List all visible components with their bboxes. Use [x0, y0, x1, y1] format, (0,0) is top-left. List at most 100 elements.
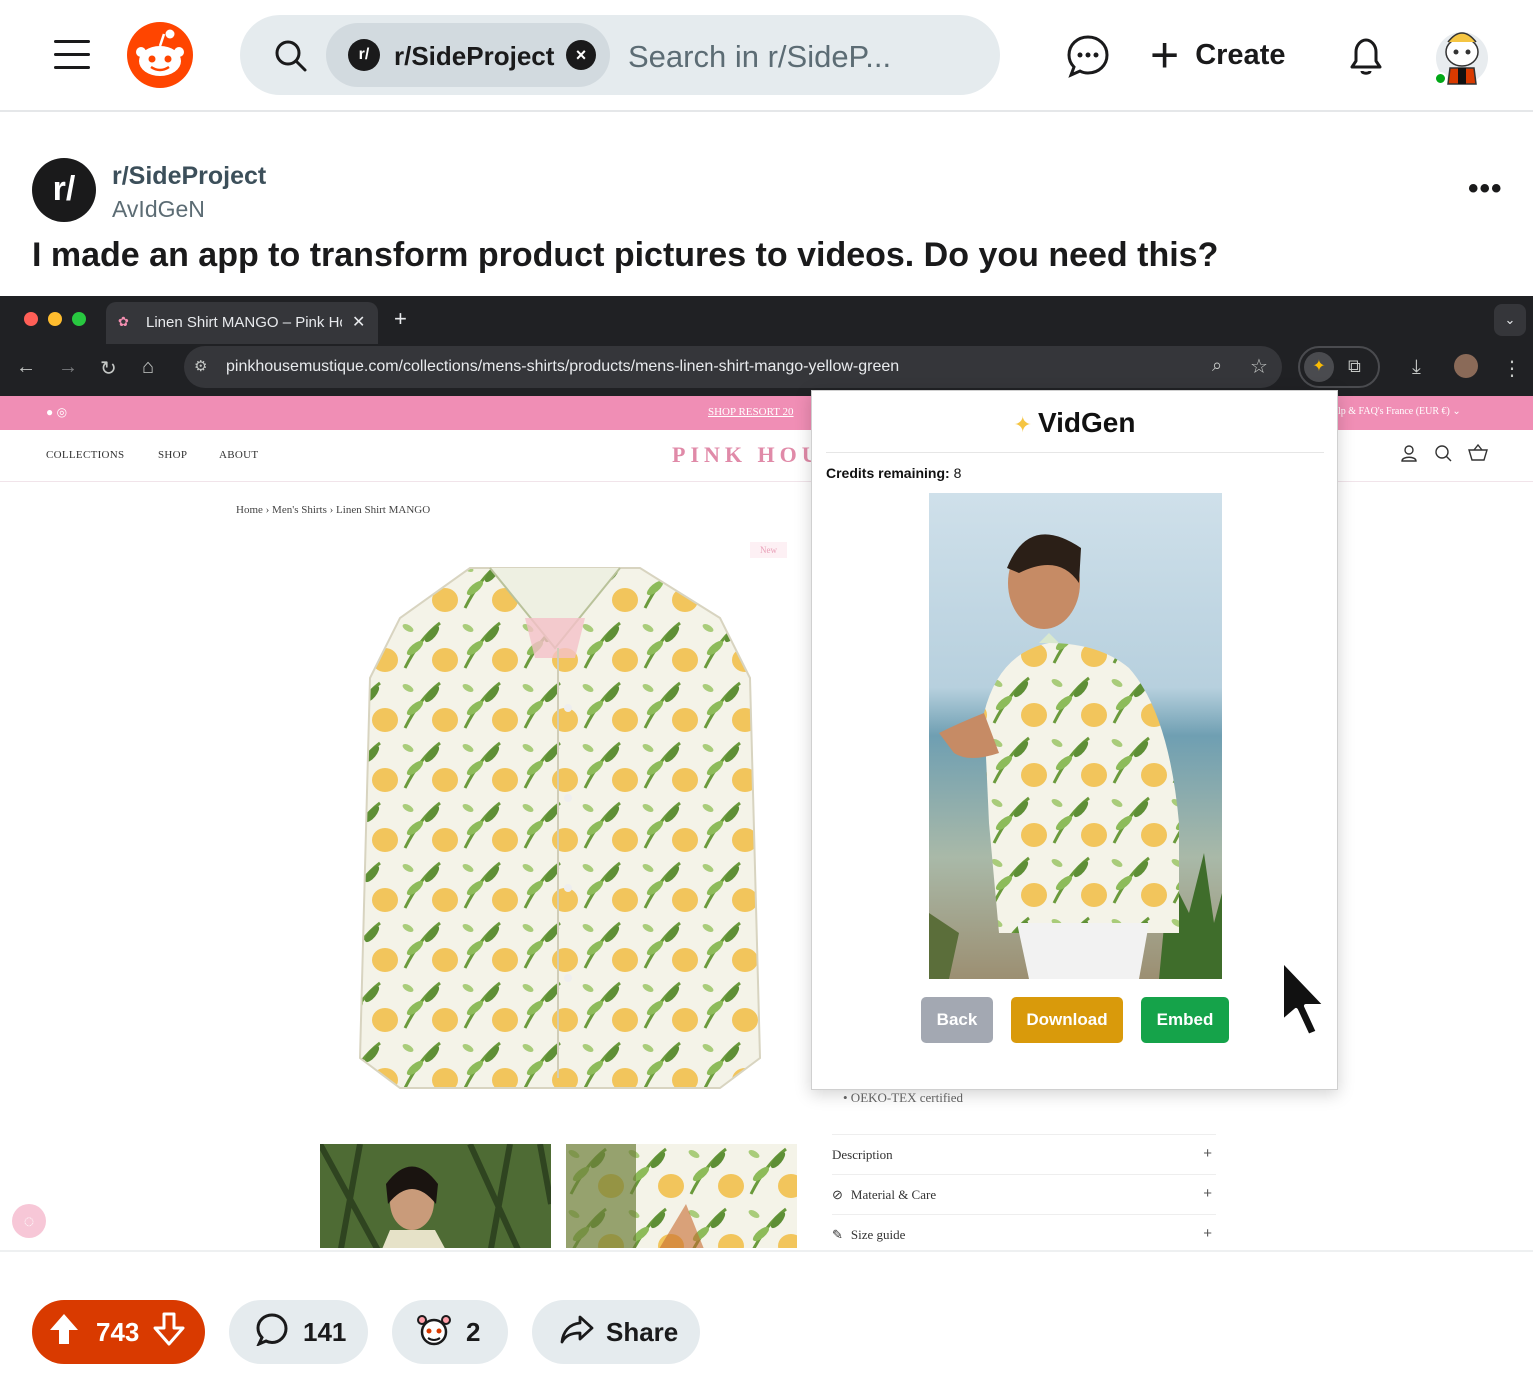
new-tab-icon: + [394, 306, 407, 331]
menu-icon[interactable] [54, 40, 90, 70]
sparkle-icon: ✦ [1304, 352, 1334, 382]
downvote-icon[interactable] [153, 1312, 185, 1353]
accordion-label-text: Material & Care [850, 1187, 937, 1202]
forward-arrow-icon: → [58, 356, 78, 378]
reload-icon: ↻ [100, 358, 117, 380]
comment-icon [255, 1312, 289, 1353]
chat-icon[interactable] [1066, 34, 1110, 83]
site-logo: PINK HOU [672, 442, 823, 467]
share-label: Share [606, 1316, 679, 1347]
award-icon [416, 1312, 452, 1353]
vidgen-extension-popup: ✦ VidGen Credits remaining: 8 Back Downlo… [811, 390, 1338, 1090]
site-favicon-icon: ✿ [118, 314, 129, 329]
account-icon [1400, 444, 1418, 467]
search-bar[interactable]: r/ r/SideProject × Search in r/SideP... [240, 15, 1000, 95]
author-link[interactable]: AvIdGeN [112, 196, 205, 223]
vote-count: 743 [96, 1316, 140, 1347]
reddit-logo[interactable] [127, 22, 193, 88]
award-button[interactable]: 2 [392, 1300, 508, 1364]
subreddit-avatar[interactable]: r/ [32, 158, 96, 222]
reddit-header: r/ r/SideProject × Search in r/SideP... … [0, 0, 1533, 112]
notification-bell-icon[interactable] [1344, 34, 1388, 83]
back-button[interactable]: Back [921, 997, 993, 1043]
browser-tab: ✿ Linen Shirt MANGO – Pink Ho ✕ [106, 302, 378, 344]
promo-right-links: lp & FAQ's France (EUR €) ⌄ [1338, 406, 1461, 417]
profile-avatar [1454, 354, 1478, 378]
thumbnail-fabric-detail [566, 1144, 797, 1248]
comments-button[interactable]: 141 [229, 1300, 368, 1364]
subreddit-link[interactable]: r/SideProject [112, 162, 266, 191]
credits-remaining: Credits remaining: 8 [826, 465, 961, 481]
promo-text: SHOP RESORT 20 [708, 406, 794, 418]
maximize-window-dot [72, 312, 86, 326]
minimize-window-dot [48, 312, 62, 326]
search-input[interactable]: Search in r/SideP... [628, 39, 891, 75]
thumbnail-model-photo [320, 1144, 551, 1248]
accordion-label: ✎ Size guide [832, 1227, 905, 1243]
embed-button[interactable]: Embed [1141, 997, 1229, 1043]
site-chat-widget-icon: ◌ [12, 1204, 46, 1238]
kebab-menu-icon: ⋮ [1502, 358, 1522, 380]
accordion-label: Description [832, 1147, 893, 1162]
accordion-size-guide: ✎ Size guide + [832, 1214, 1216, 1248]
leaf-icon: ⊘ [832, 1187, 843, 1202]
vote-control: 743 [32, 1300, 205, 1364]
pencil-icon: ✎ [832, 1227, 843, 1242]
tab-title: Linen Shirt MANGO – Pink Ho [146, 314, 342, 331]
comment-count: 141 [303, 1316, 347, 1347]
credits-label: Credits remaining: [826, 465, 950, 481]
back-arrow-icon: ← [16, 356, 36, 378]
product-image-shirt [340, 558, 780, 1098]
site-settings-icon: ⚙ [194, 358, 208, 375]
url-text: pinkhousemustique.com/collections/mens-s… [226, 358, 900, 375]
cart-icon [1468, 443, 1488, 467]
site-search-icon [1434, 444, 1452, 467]
credits-value: 8 [953, 465, 962, 481]
share-button[interactable]: Share [532, 1300, 700, 1364]
bookmark-star-icon: ☆ [1250, 356, 1268, 378]
nav-collections: COLLECTIONS [46, 449, 125, 461]
accordion-material-care: ⊘ Material & Care + [832, 1174, 1216, 1214]
mouse-cursor-icon [1278, 956, 1334, 1051]
zoom-icon: ⌕ [1212, 355, 1223, 375]
extensions-puzzle-icon: ⧉ [1348, 356, 1361, 376]
popup-title: ✦ VidGen [812, 407, 1337, 439]
award-count: 2 [466, 1316, 481, 1347]
download-icon: ⤓ [1412, 356, 1421, 378]
post-media[interactable]: ✿ Linen Shirt MANGO – Pink Ho ✕ + ⌄ ← → … [0, 296, 1533, 1248]
popup-title-text: VidGen [1037, 407, 1136, 438]
close-icon[interactable]: × [566, 40, 596, 70]
browser-chrome: ✿ Linen Shirt MANGO – Pink Ho ✕ + ⌄ ← → … [0, 296, 1533, 396]
share-icon [560, 1314, 594, 1351]
subreddit-chip-label: r/SideProject [394, 41, 555, 71]
accordion-label-text: Size guide [850, 1227, 906, 1242]
more-options-icon[interactable]: ••• [1468, 172, 1503, 206]
nav-about: ABOUT [219, 449, 259, 461]
online-status-indicator [1434, 72, 1447, 85]
generated-video-preview [929, 493, 1222, 979]
address-bar: ⚙ pinkhousemustique.com/collections/mens… [184, 346, 1282, 388]
nav-shop: SHOP [158, 449, 188, 461]
post-action-bar: 743 141 2 Share [0, 1250, 1533, 1375]
download-button[interactable]: Download [1011, 997, 1123, 1043]
close-window-dot [24, 312, 38, 326]
create-label: Create [1195, 38, 1286, 71]
subreddit-chip-icon: r/ [348, 39, 380, 71]
expand-plus-icon: + [1203, 1185, 1212, 1202]
accordion-label: ⊘ Material & Care [832, 1187, 936, 1203]
social-icons: ● ◎ [46, 405, 68, 419]
oeko-certified-note: • OEKO-TEX certified [843, 1090, 964, 1105]
search-icon [274, 39, 308, 78]
upvote-icon[interactable] [48, 1312, 80, 1353]
plus-icon: + [1150, 27, 1180, 83]
extensions-group: ✦ ⧉ [1298, 346, 1380, 388]
accordion-description: Description + [832, 1134, 1216, 1174]
home-icon: ⌂ [142, 356, 155, 378]
divider [826, 452, 1324, 453]
breadcrumb: Home › Men's Shirts › Linen Shirt MANGO [236, 504, 431, 516]
expand-plus-icon: + [1203, 1145, 1212, 1162]
post-title[interactable]: I made an app to transform product pictu… [32, 236, 1218, 275]
subreddit-search-chip[interactable]: r/ r/SideProject × [326, 23, 610, 87]
create-button[interactable]: + Create [1150, 27, 1286, 83]
expand-plus-icon: + [1203, 1225, 1212, 1242]
